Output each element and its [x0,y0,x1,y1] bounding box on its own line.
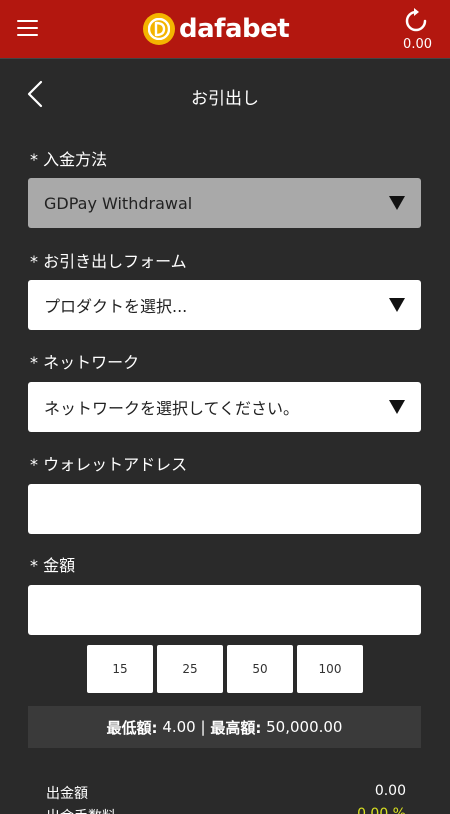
quick-amount-button[interactable]: 15 [87,645,153,693]
network-select[interactable]: ネットワークを選択してください。 [28,382,421,432]
page-title: お引出し [191,89,259,109]
amount-input[interactable] [28,585,421,635]
method-label: * 入金方法 [30,150,108,169]
method-select-value: GDPay Withdrawal [44,193,193,213]
limits-separator: | [200,718,206,736]
dropdown-caret-icon [389,298,405,312]
max-label: 最高額: [210,718,262,737]
network-select-value: ネットワークを選択してください。 [44,399,300,418]
limits-bar: 最低額: 4.00 | 最高額: 50,000.00 [28,706,421,748]
dafabet-logo[interactable]: dafabet [143,12,290,46]
logo-mark-icon [143,13,175,45]
amount-label: * 金額 [30,556,76,575]
withdraw-amount-row: 出金額 0.00 [46,783,406,803]
max-value: 50,000.00 [266,718,343,736]
withdraw-amount-label: 出金額 [46,786,88,802]
min-label: 最低額: [106,718,158,737]
product-select[interactable]: プロダクトを選択... [28,280,421,330]
fee-row: 出金手数料 0.00 % [46,806,406,814]
wallet-address-input[interactable] [28,484,421,534]
min-value: 4.00 [162,718,196,736]
fee-label: 出金手数料 [46,806,116,814]
balance-amount: 0.00 [403,37,432,52]
dropdown-caret-icon [389,400,405,414]
hamburger-menu-icon[interactable] [17,20,38,36]
withdraw-amount-value: 0.00 [374,783,406,799]
quick-amount-button[interactable]: 50 [227,645,293,693]
top-bar: dafabet 0.00 [0,0,450,58]
header-divider [0,58,450,59]
fee-value: 0.00 % [357,806,406,814]
product-select-value: プロダクトを選択... [44,297,188,316]
quick-amount-button[interactable]: 25 [157,645,223,693]
wallet-label: * ウォレットアドレス [30,455,188,474]
quick-amount-button[interactable]: 100 [297,645,363,693]
dropdown-caret-icon [389,196,405,210]
network-label: * ネットワーク [30,353,140,372]
logo-text: dafabet [179,14,290,44]
refresh-balance-icon[interactable] [404,8,428,34]
withdraw-form-label: * お引き出しフォーム [30,252,187,271]
method-select[interactable]: GDPay Withdrawal [28,178,421,228]
